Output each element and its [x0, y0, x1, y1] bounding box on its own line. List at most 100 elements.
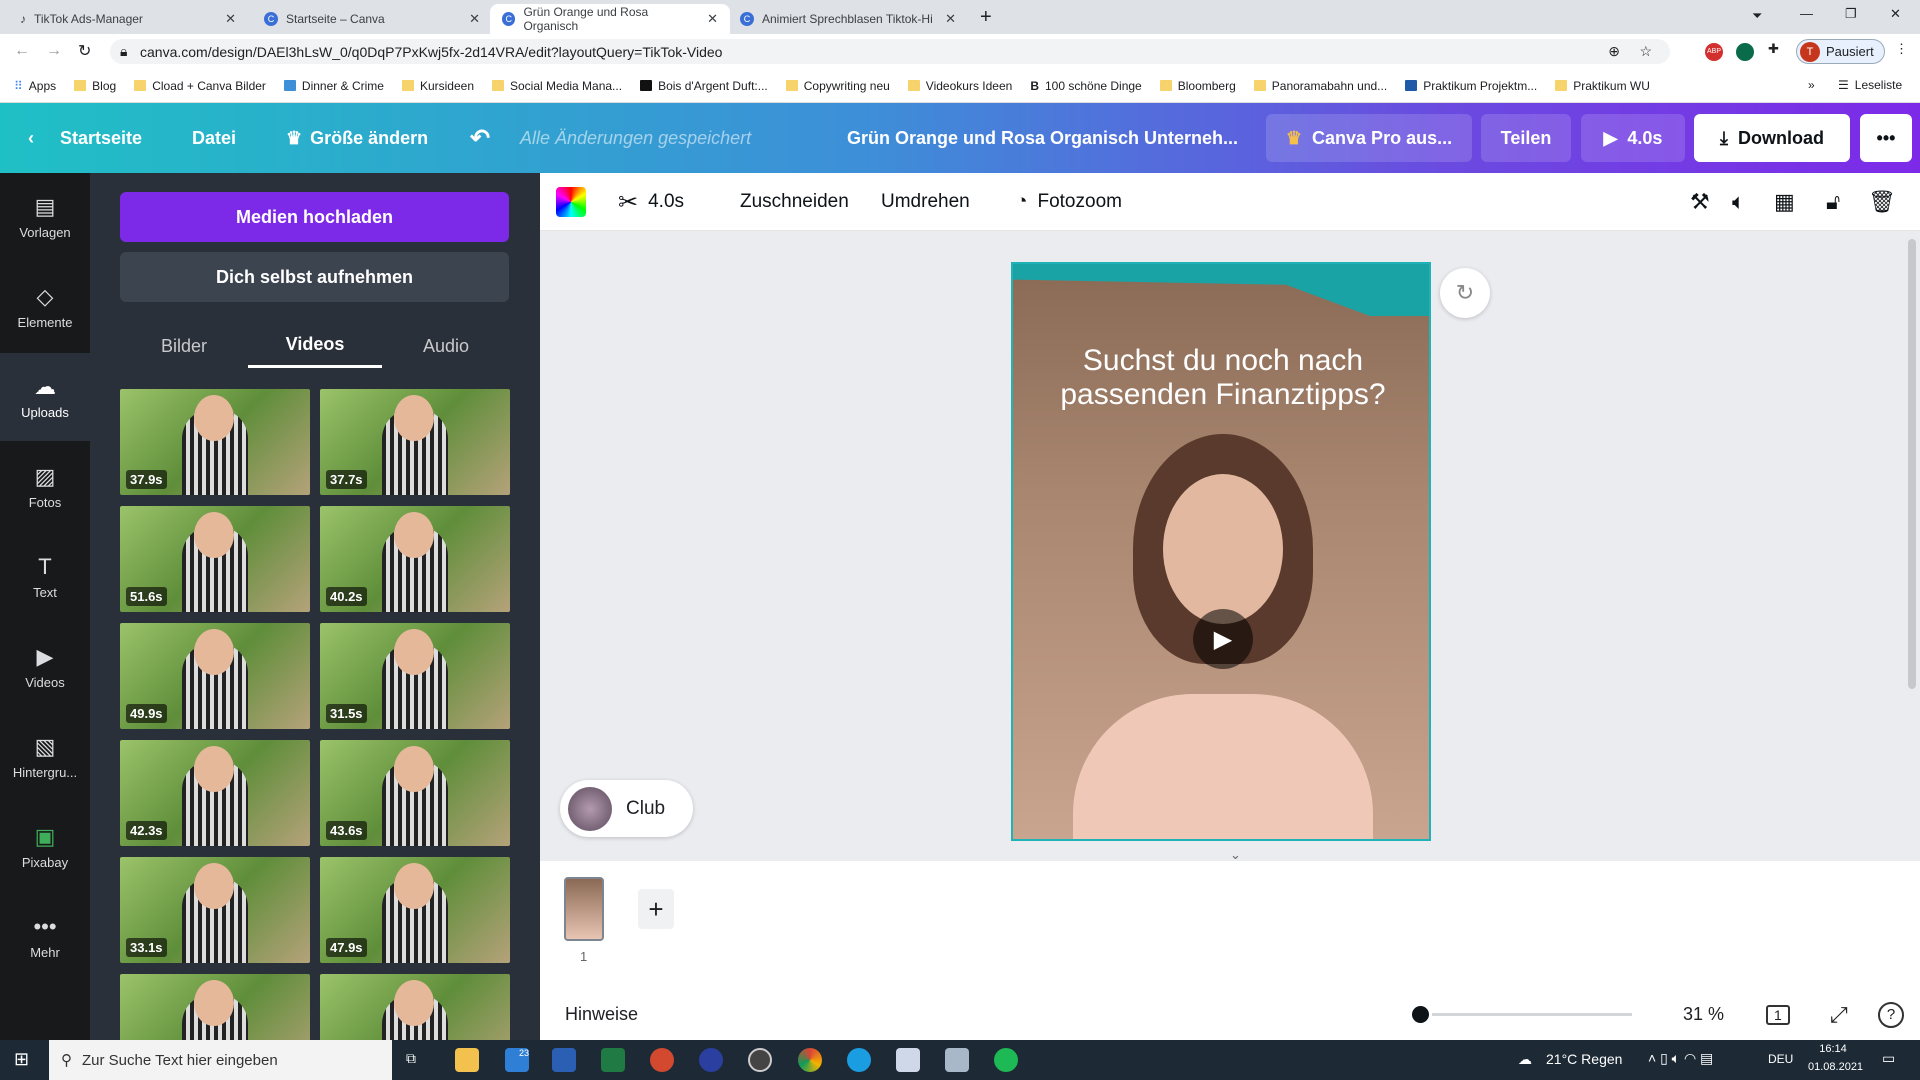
video-thumbnail[interactable]: 37.9s [120, 389, 310, 495]
forward-icon[interactable]: → [46, 42, 62, 60]
bookmark[interactable]: Bloomberg [1159, 79, 1236, 93]
profile-button[interactable]: T Pausiert [1796, 39, 1885, 64]
rail-item-fotos[interactable]: ▨ Fotos [0, 443, 90, 531]
play-button[interactable]: ▶ 4.0s [1581, 114, 1685, 162]
video-thumbnail[interactable]: 33.1s [120, 857, 310, 963]
taskbar-search[interactable]: ⚲ Zur Suche Text hier eingeben [49, 1040, 392, 1080]
zoom-slider-handle[interactable] [1412, 1006, 1429, 1023]
zoom-slider[interactable] [1412, 1006, 1632, 1023]
bookmark[interactable]: Social Media Mana... [492, 79, 622, 93]
notes-button[interactable]: Hinweise [565, 1004, 638, 1025]
design-page[interactable]: Suchst du noch nach passenden Finanztipp… [1011, 262, 1431, 841]
edge-icon[interactable] [847, 1048, 871, 1072]
video-thumbnail[interactable]: 40.2s [320, 506, 510, 612]
windows-start-icon[interactable]: ⊞ [14, 1049, 29, 1070]
chrome-icon[interactable] [798, 1048, 822, 1072]
tab-startseite[interactable]: C Startseite – Canva ✕ [252, 4, 492, 34]
video-thumbnail[interactable]: 49.9s [120, 623, 310, 729]
bookmark[interactable]: Blog [74, 79, 116, 93]
record-yourself-button[interactable]: Dich selbst aufnehmen [120, 252, 509, 302]
tab-design[interactable]: C Grün Orange und Rosa Organisch ✕ [490, 4, 730, 34]
back-icon[interactable]: ← [14, 42, 30, 60]
bookmark[interactable]: B 100 schöne Dinge [1030, 79, 1141, 93]
bookmark-apps[interactable]: ⠿ Apps [14, 79, 56, 93]
trim-button[interactable]: ✂ 4.0s [618, 173, 684, 231]
close-tab-icon[interactable]: ✕ [945, 11, 956, 27]
weather-text[interactable]: 21°C Regen [1546, 1051, 1622, 1067]
zoom-level[interactable]: 31 % [1683, 1004, 1724, 1025]
tab-audio[interactable]: Audio [379, 324, 513, 368]
more-bookmarks-icon[interactable]: » [1808, 78, 1815, 92]
video-thumbnail[interactable]: 37.7s [320, 389, 510, 495]
page-thumbnail[interactable] [564, 877, 604, 941]
bookmark[interactable]: Cload + Canva Bilder [134, 79, 266, 93]
tab-bilder[interactable]: Bilder [117, 324, 251, 368]
bookmark[interactable]: Copywriting neu [785, 79, 890, 93]
tab-tiktok[interactable]: ♪ TikTok Ads-Manager ✕ [8, 4, 248, 34]
club-chip[interactable]: Club [560, 780, 693, 837]
grammarly-icon[interactable] [1736, 43, 1754, 61]
language-indicator[interactable]: DEU [1768, 1052, 1793, 1066]
app-icon[interactable] [945, 1048, 969, 1072]
more-button[interactable]: ••• [1860, 114, 1912, 162]
excel-icon[interactable] [601, 1048, 625, 1072]
rail-item-text[interactable]: T Text [0, 533, 90, 621]
design-title[interactable]: Grün Orange und Rosa Organisch Unterneh.… [847, 103, 1238, 173]
canva-pro-button[interactable]: ♛ Canva Pro aus... [1266, 114, 1472, 162]
clock-date[interactable]: 01.08.2021 [1808, 1061, 1863, 1073]
extensions-icon[interactable]: ✚ [1768, 41, 1779, 57]
app-icon[interactable] [699, 1048, 723, 1072]
bookmark[interactable]: Praktikum WU [1555, 79, 1650, 93]
word-icon[interactable] [552, 1048, 576, 1072]
tab-videos[interactable]: Videos [248, 324, 382, 368]
home-button[interactable]: ‹ Startseite [28, 103, 142, 173]
star-icon[interactable]: ☆ [1639, 43, 1652, 60]
fullscreen-icon[interactable]: ⤢ [1830, 1002, 1848, 1028]
share-button[interactable]: Teilen [1481, 114, 1571, 162]
vertical-scrollbar[interactable] [1908, 239, 1916, 689]
bookmark[interactable]: Praktikum Projektm... [1405, 79, 1537, 93]
rail-item-elemente[interactable]: ◇ Elemente [0, 263, 90, 351]
lock-icon[interactable]: 🔓︎ [1826, 173, 1840, 231]
notifications-icon[interactable]: ▭ [1882, 1050, 1895, 1067]
headline-text[interactable]: Suchst du noch nach passenden Finanztipp… [1013, 344, 1429, 412]
rail-item-mehr[interactable]: ••• Mehr [0, 893, 90, 981]
page-grid-button[interactable]: 1 [1766, 1004, 1790, 1025]
zoom-icon[interactable]: ⊕ [1608, 43, 1620, 60]
bookmark[interactable]: Dinner & Crime [283, 79, 384, 93]
tab-search-icon[interactable]: ⏷ [1752, 8, 1762, 24]
close-tab-icon[interactable]: ✕ [469, 11, 480, 27]
mail-icon[interactable]: 23 [505, 1048, 529, 1072]
transparency-icon[interactable]: ▦ [1774, 173, 1795, 231]
menu-icon[interactable]: ⋮ [1895, 41, 1908, 57]
undo-icon[interactable]: ↶ [470, 103, 490, 173]
flip-button[interactable]: Umdrehen [881, 173, 970, 231]
minimize-button[interactable]: — [1800, 6, 1813, 21]
rail-item-vorlagen[interactable]: ▤ Vorlagen [0, 173, 90, 261]
bookmark[interactable]: Videokurs Ideen [907, 79, 1012, 93]
refresh-icon[interactable]: ↻ [1440, 268, 1490, 318]
bookmark[interactable]: Panoramabahn und... [1253, 79, 1387, 93]
tab-sprechblasen[interactable]: C Animiert Sprechblasen Tiktok-Hi ✕ [728, 4, 968, 34]
download-button[interactable]: ⤓ Download [1694, 114, 1850, 162]
video-thumbnail[interactable]: 43.6s [320, 740, 510, 846]
close-tab-icon[interactable]: ✕ [225, 11, 236, 27]
crop-button[interactable]: Zuschneiden [740, 173, 849, 231]
address-bar[interactable]: 🔒︎ canva.com/design/DAEl3hLsW_0/q0DqP7PxK… [110, 39, 1670, 64]
play-icon[interactable]: ▶ [1193, 609, 1253, 669]
paint-roller-icon[interactable]: ⚒ [1690, 173, 1710, 231]
reading-list[interactable]: ☰ Leseliste [1838, 78, 1902, 92]
restore-button[interactable]: ❐ [1845, 6, 1857, 22]
trash-icon[interactable]: 🗑︎ [1868, 173, 1896, 231]
close-window-button[interactable]: ✕ [1890, 6, 1901, 22]
file-explorer-icon[interactable] [455, 1048, 479, 1072]
rail-item-pixabay[interactable]: ▣ Pixabay [0, 803, 90, 891]
color-button[interactable] [556, 173, 586, 231]
rail-item-uploads[interactable]: ☁ Uploads [0, 353, 90, 441]
add-page-button[interactable]: + [638, 889, 674, 929]
clock-time[interactable]: 16:14 [1808, 1043, 1858, 1055]
app-icon[interactable] [896, 1048, 920, 1072]
bookmark[interactable]: Kursideen [401, 79, 474, 93]
bookmark[interactable]: Bois d'Argent Duft:... [640, 79, 768, 93]
tray-icons[interactable]: ˄ ▯ 🔈︎ ◠ ▤ [1648, 1050, 1713, 1067]
